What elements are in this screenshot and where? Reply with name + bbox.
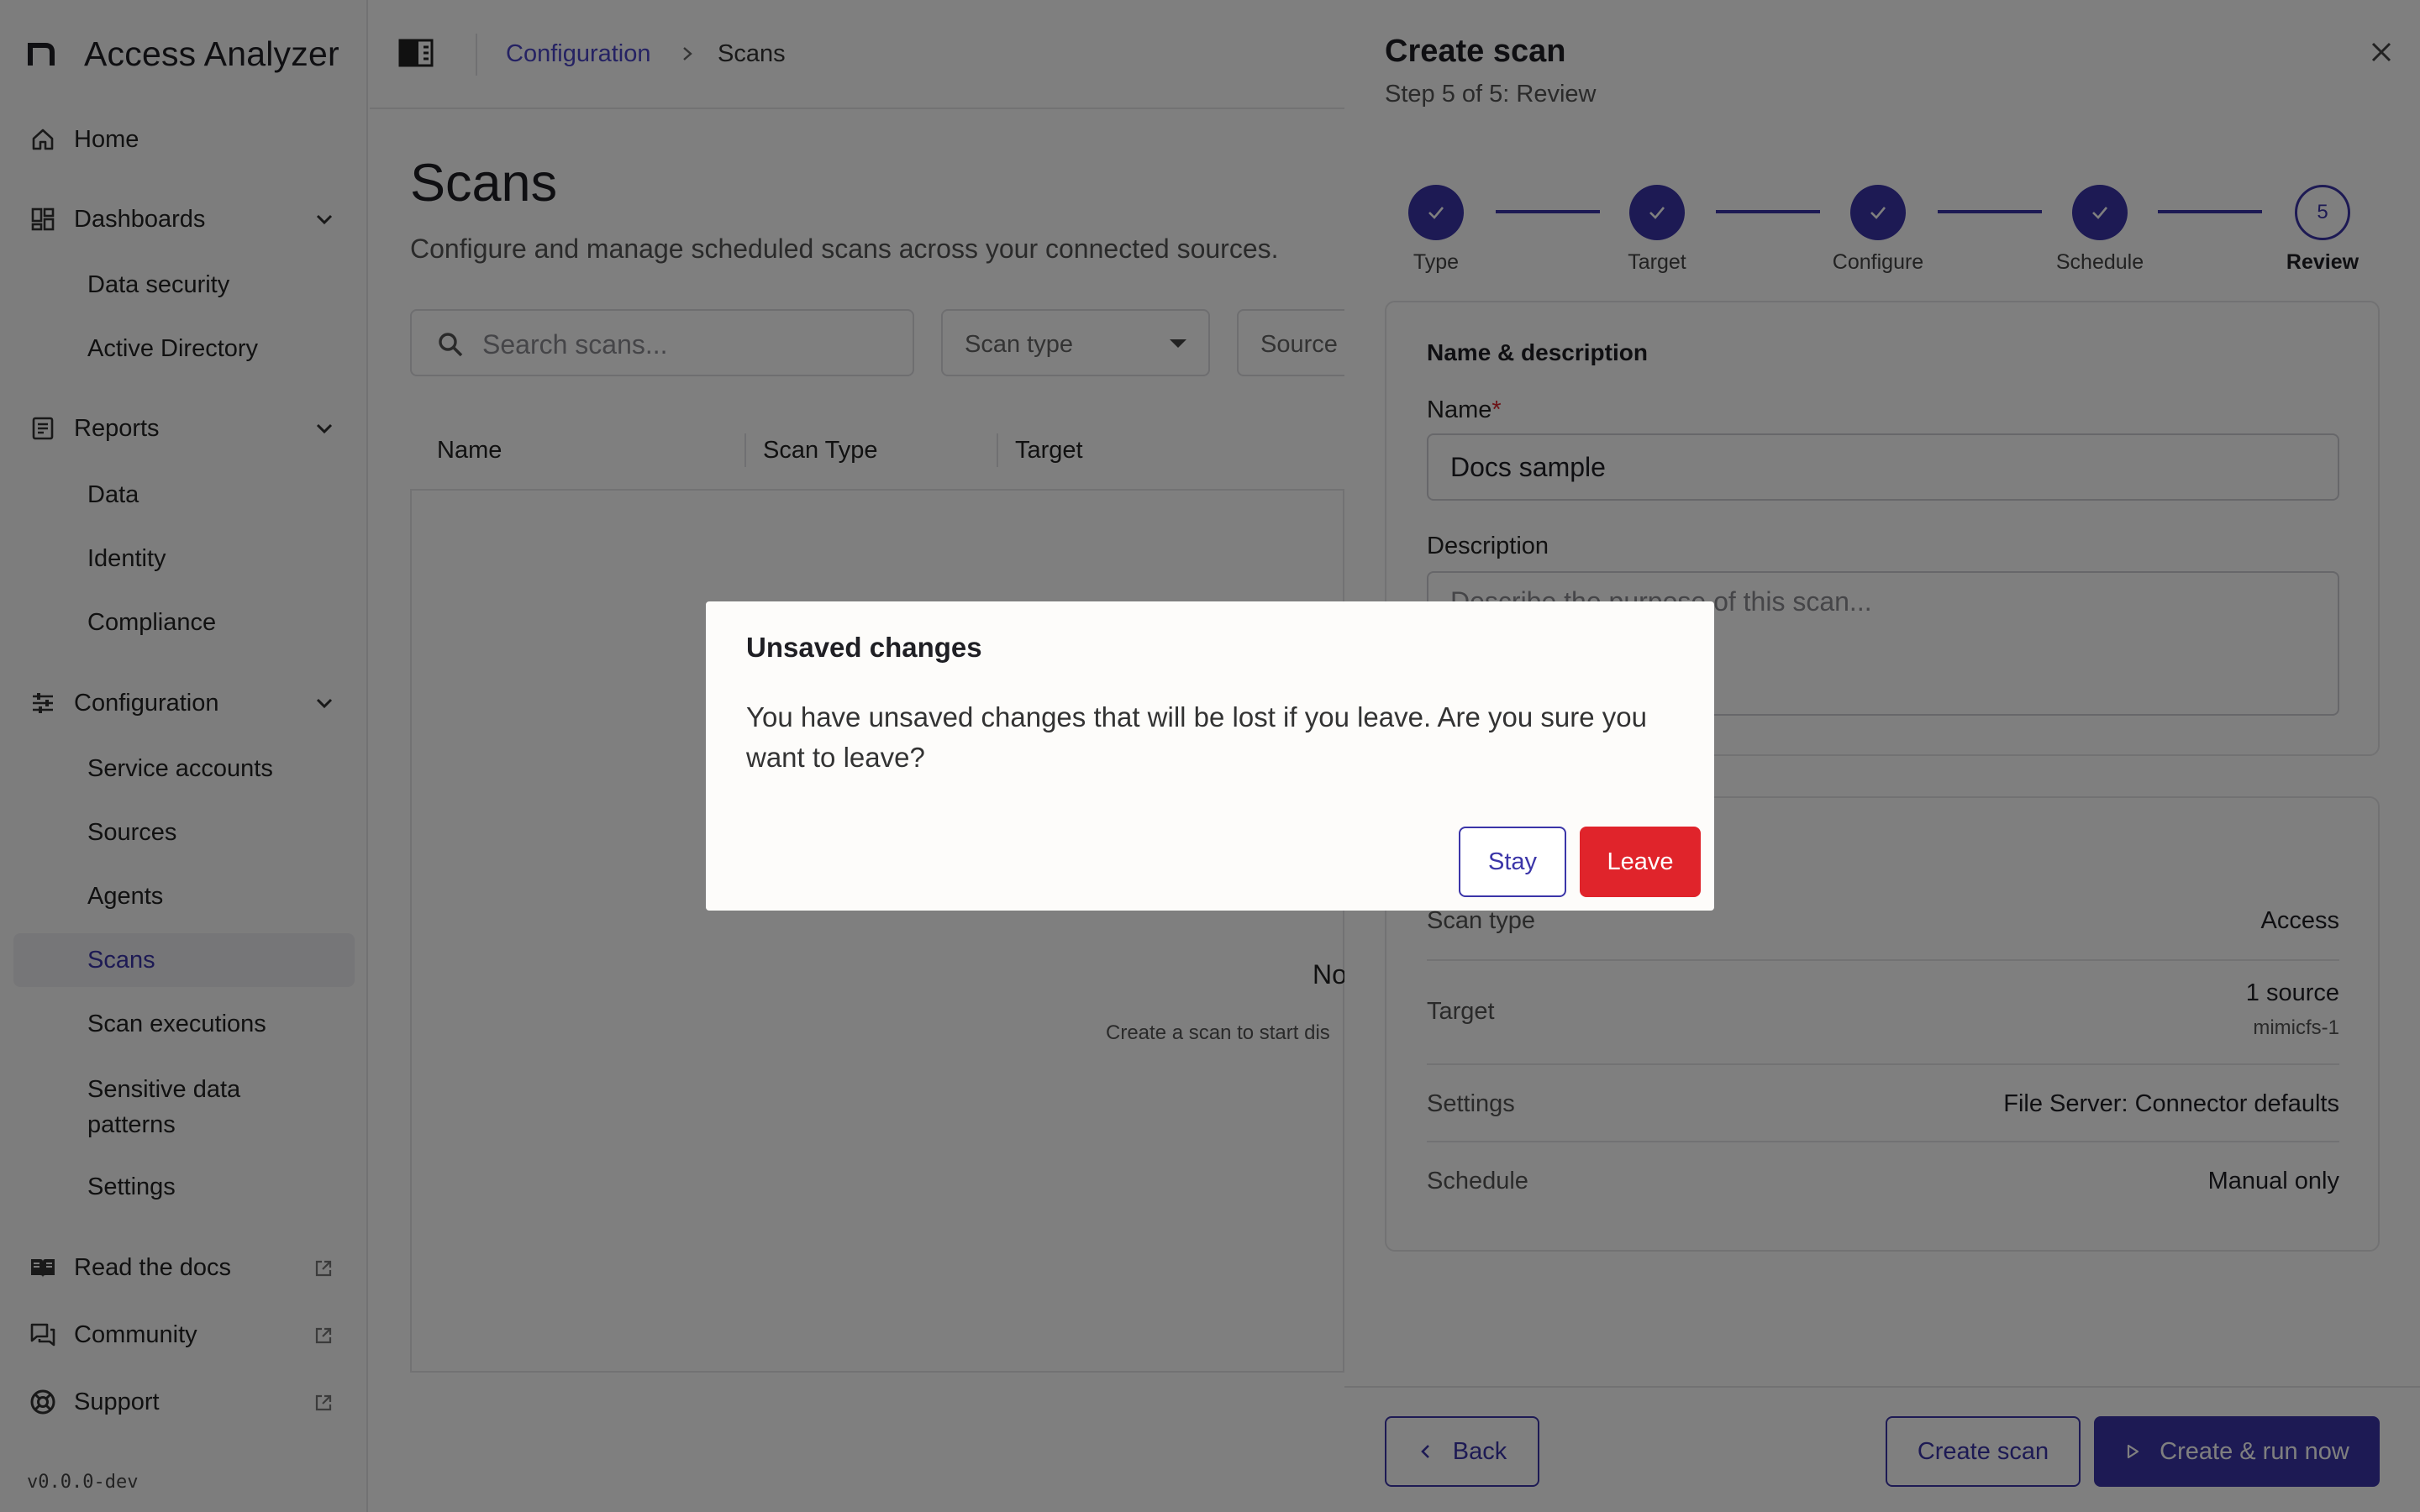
stay-button[interactable]: Stay	[1459, 827, 1566, 897]
dialog-message: You have unsaved changes that will be lo…	[746, 701, 1647, 773]
dialog-title: Unsaved changes	[746, 632, 982, 663]
leave-button[interactable]: Leave	[1580, 827, 1701, 897]
unsaved-changes-dialog: Unsaved changes You have unsaved changes…	[706, 601, 1714, 911]
